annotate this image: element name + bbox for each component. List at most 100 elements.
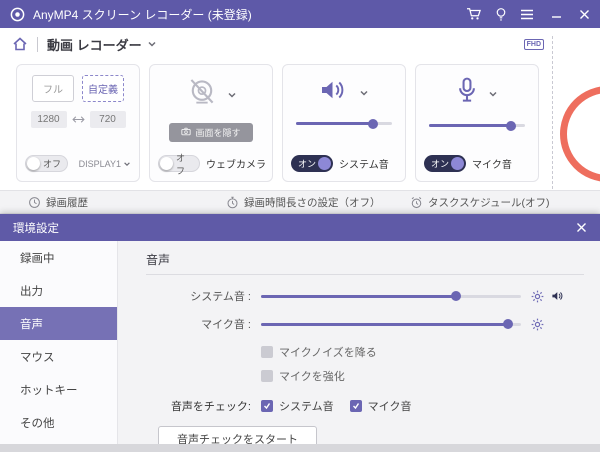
custom-area-option[interactable]: 自定義 <box>82 75 124 102</box>
mic-volume-slider[interactable] <box>429 120 525 131</box>
toggle-label: オフ <box>176 152 186 176</box>
timer-icon <box>226 196 239 209</box>
speaker-icon <box>319 77 349 108</box>
task-schedule-button[interactable]: タスクスケジュール(オフ) <box>410 191 549 213</box>
export-icon[interactable] <box>442 36 457 52</box>
sidebar-item-mouse[interactable]: マウス <box>0 340 117 373</box>
webcam-card: 画面を隠す オフ ウェブカメラ <box>149 64 273 182</box>
mic-enhance-checkbox[interactable] <box>261 370 273 382</box>
dimension-inputs: 1280 720 <box>17 111 139 128</box>
section-divider <box>146 274 584 275</box>
recorder-cards: フル 自定義 1280 720 オフ DISPLAY1 画面を隠す オフ ウェブ… <box>0 36 600 214</box>
gear-icon[interactable] <box>531 318 544 331</box>
toolbar-actions: FHD <box>414 36 588 52</box>
speaker-icon[interactable] <box>470 37 487 51</box>
webcam-off-icon <box>185 75 219 114</box>
display-card-footer: オフ DISPLAY1 <box>25 155 131 172</box>
chevron-down-icon <box>488 89 498 99</box>
microphone-footer: オン マイク音 <box>424 155 530 172</box>
sidebar-item-label: 録画中 <box>20 252 55 265</box>
slider-knob[interactable] <box>451 291 461 301</box>
settings-header: 環境設定 <box>0 214 600 241</box>
settings-content: 音声 システム音 : マイク音 : マイクノイズを降る マイクを強化 音声をチェ… <box>118 241 600 444</box>
system-volume-slider[interactable] <box>296 118 392 129</box>
chevron-down-icon <box>227 90 237 100</box>
microphone-label: マイク音 <box>472 160 512 171</box>
system-sound-toggle[interactable]: オン <box>291 155 334 172</box>
slider-fill <box>296 122 373 125</box>
display-select[interactable]: DISPLAY1 <box>79 159 131 169</box>
microphone-toggle[interactable]: オン <box>424 155 467 172</box>
toggle-label: オン <box>431 159 450 169</box>
mic-noise-checkbox[interactable] <box>261 346 273 358</box>
sidebar-item-recording[interactable]: 録画中 <box>0 241 117 274</box>
sidebar-item-label: 音声 <box>20 318 43 331</box>
recorder-mode-selector[interactable]: 動画 レコーダー <box>47 35 157 54</box>
section-title: 音声 <box>146 253 171 267</box>
webcam-card-footer: オフ ウェブカメラ <box>158 153 266 176</box>
minimize-button[interactable] <box>551 9 562 20</box>
toggle-label: オフ <box>43 159 62 169</box>
full-screen-option[interactable]: フル <box>32 75 74 102</box>
settings-system-volume-slider[interactable] <box>261 291 521 301</box>
system-sound-footer: オン システム音 <box>291 155 397 172</box>
record-button-partial[interactable] <box>560 86 600 182</box>
home-icon[interactable] <box>12 36 28 52</box>
pointer-icon[interactable] <box>500 36 511 52</box>
system-sound-card: オン システム音 <box>282 64 406 182</box>
sidebar-item-others[interactable]: その他 <box>0 406 117 439</box>
sidebar-item-hotkey[interactable]: ホットキー <box>0 373 117 406</box>
mic-noise-label: マイクノイズを降る <box>279 347 377 359</box>
speaker-test-icon[interactable] <box>551 290 565 302</box>
webcam-label: ウェブカメラ <box>206 160 266 171</box>
hide-screen-label: 画面を隠す <box>195 128 241 138</box>
check-mic-checkbox[interactable] <box>349 400 362 412</box>
system-sound-label: システム音 <box>339 160 389 171</box>
window-title: AnyMP4 スクリーン レコーダー (未登録) <box>33 7 252 22</box>
bulb-icon[interactable] <box>495 7 507 22</box>
system-volume-row: システム音 : <box>146 288 584 304</box>
check-system-checkbox[interactable] <box>261 400 273 412</box>
cart-icon[interactable] <box>466 7 482 21</box>
webcam-toggle[interactable]: オフ <box>158 153 200 176</box>
settings-mic-volume-slider[interactable] <box>261 319 521 329</box>
mic-enhance-label: マイクを強化 <box>279 371 345 383</box>
width-input[interactable]: 1280 <box>30 111 67 128</box>
microphone-selector[interactable] <box>416 77 538 110</box>
webcam-selector[interactable] <box>150 75 272 114</box>
record-length-setting-button[interactable]: 録画時間長さの設定（オフ） <box>226 191 381 213</box>
chevron-down-icon <box>359 88 369 98</box>
slider-knob[interactable] <box>367 118 378 129</box>
gear-icon[interactable] <box>531 290 544 303</box>
sound-check-label: 音声をチェック: <box>170 401 251 413</box>
close-button[interactable] <box>579 9 590 20</box>
toggle-label: オン <box>298 159 317 169</box>
slider-knob[interactable] <box>503 319 513 329</box>
window-bottom-edge <box>0 444 600 452</box>
recording-history-button[interactable]: 録画履歴 <box>28 191 88 213</box>
mic-volume-row: マイク音 : <box>146 316 584 332</box>
titlebar-actions <box>466 7 590 22</box>
settings-body: 録画中 出力 音声 マウス ホットキー その他 音声 システム音 : マイク音 … <box>0 241 600 444</box>
display-toggle[interactable]: オフ <box>25 155 69 172</box>
camera-icon <box>181 127 192 138</box>
shortcut-bar: 録画履歴 録画時間長さの設定（オフ） タスクスケジュール(オフ) <box>0 190 600 214</box>
mic-noise-row: マイクノイズを降る <box>261 344 584 360</box>
titlebar: AnyMP4 スクリーン レコーダー (未登録) <box>0 0 600 28</box>
fhd-badge[interactable]: FHD <box>523 38 544 50</box>
height-input[interactable]: 720 <box>89 111 126 128</box>
sidebar-item-output[interactable]: 出力 <box>0 274 117 307</box>
sidebar-item-label: ホットキー <box>20 384 78 397</box>
slider-fill <box>261 322 508 326</box>
gear-icon[interactable] <box>414 37 429 52</box>
sound-check-start-button[interactable]: 音声チェックをスタート <box>158 426 317 444</box>
menu-icon[interactable] <box>520 9 534 20</box>
link-icon <box>71 115 85 124</box>
sidebar-item-sound[interactable]: 音声 <box>0 307 117 340</box>
hide-screen-button[interactable]: 画面を隠す <box>169 123 253 142</box>
system-sound-selector[interactable] <box>283 77 405 108</box>
app-logo-icon <box>10 7 25 22</box>
close-icon[interactable] <box>576 222 587 233</box>
sidebar-item-label: マウス <box>20 351 55 364</box>
slider-knob[interactable] <box>505 120 516 131</box>
